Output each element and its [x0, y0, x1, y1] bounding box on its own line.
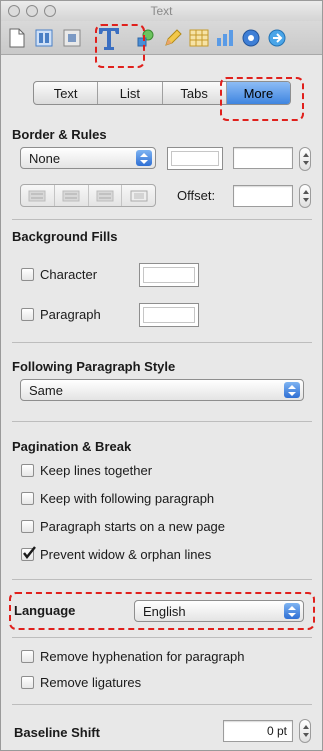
window-title: Text: [150, 4, 173, 18]
widow-orphan-label: Prevent widow & orphan lines: [40, 547, 212, 562]
checkmark-icon: [23, 546, 36, 559]
baseline-shift-stepper[interactable]: [299, 719, 311, 743]
remove-ligatures-checkbox[interactable]: [21, 676, 34, 689]
remove-hyphenation-label: Remove hyphenation for paragraph: [40, 649, 245, 664]
divider: [12, 704, 312, 705]
tab-list[interactable]: List: [97, 82, 161, 104]
title-bar: Text: [1, 1, 322, 21]
divider: [12, 637, 312, 638]
keep-lines-label: Keep lines together: [40, 463, 153, 478]
remove-ligatures-label: Remove ligatures: [40, 675, 142, 690]
character-fill-checkbox[interactable]: [21, 268, 34, 281]
tab-tabs[interactable]: Tabs: [161, 82, 226, 104]
new-page-checkbox[interactable]: [21, 520, 34, 533]
following-style-popup[interactable]: Same: [20, 379, 304, 401]
border-style-popup[interactable]: None: [20, 147, 156, 169]
following-style-title: Following Paragraph Style: [12, 359, 176, 374]
layout-icon[interactable]: [32, 26, 56, 50]
divider: [12, 342, 312, 343]
divider: [12, 219, 312, 220]
table-icon[interactable]: [187, 26, 211, 50]
character-fill-row: Character: [21, 267, 97, 282]
pagination-option: Keep lines together: [21, 463, 152, 478]
inspector-toolbar: [1, 21, 322, 55]
divider: [12, 579, 312, 580]
paragraph-fill-label: Paragraph: [40, 307, 101, 322]
character-fill-label: Character: [40, 267, 98, 282]
keep-with-next-checkbox[interactable]: [21, 492, 34, 505]
divider: [12, 421, 312, 422]
offset-field[interactable]: [233, 185, 293, 207]
following-style-value: Same: [29, 382, 63, 398]
border-color-swatch[interactable]: [167, 147, 223, 170]
document-icon[interactable]: [5, 26, 29, 50]
rule-position-buttons: [20, 184, 156, 207]
hyphenation-option: Remove hyphenation for paragraph: [21, 649, 245, 664]
rule-box-button[interactable]: [121, 185, 155, 206]
wrap-icon[interactable]: [60, 26, 84, 50]
pencil-icon[interactable]: [161, 26, 185, 50]
new-page-label: Paragraph starts on a new page: [40, 519, 226, 534]
text-tool-highlight: [95, 24, 145, 68]
paragraph-fill-swatch[interactable]: [139, 303, 199, 327]
character-fill-swatch[interactable]: [139, 263, 199, 287]
tab-text[interactable]: Text: [34, 82, 97, 104]
rule-bottom-button[interactable]: [87, 185, 122, 206]
border-style-value: None: [29, 150, 61, 166]
hyphenation-option: Remove ligatures: [21, 675, 141, 690]
text-inspector-panel: Text Text List Tabs More Border & Rules …: [0, 0, 323, 751]
offset-label: Offset:: [177, 188, 216, 203]
chart-icon[interactable]: [213, 26, 237, 50]
remove-hyphenation-checkbox[interactable]: [21, 650, 34, 663]
background-fills-title: Background Fills: [12, 229, 118, 244]
border-width-field[interactable]: [233, 147, 293, 169]
pagination-title: Pagination & Break: [12, 439, 132, 454]
paragraph-fill-row: Paragraph: [21, 307, 101, 322]
border-rules-title: Border & Rules: [12, 127, 107, 142]
paragraph-fill-checkbox[interactable]: [21, 308, 34, 321]
keep-with-next-label: Keep with following paragraph: [40, 491, 215, 506]
widow-orphan-checkbox[interactable]: [21, 546, 36, 561]
link-icon[interactable]: [265, 26, 289, 50]
baseline-shift-field[interactable]: 0 pt: [223, 720, 293, 742]
border-width-stepper[interactable]: [299, 147, 311, 171]
pagination-option: Paragraph starts on a new page: [21, 519, 225, 534]
pagination-option: Keep with following paragraph: [21, 491, 214, 506]
popup-arrows-icon: [284, 382, 300, 398]
baseline-shift-label: Baseline Shift: [14, 725, 100, 740]
metrics-icon[interactable]: [239, 26, 263, 50]
more-tab-highlight: [220, 77, 304, 121]
rule-top-button[interactable]: [21, 185, 54, 206]
language-highlight: [9, 592, 315, 630]
popup-arrows-icon: [136, 150, 152, 166]
keep-lines-checkbox[interactable]: [21, 464, 34, 477]
pagination-option: Prevent widow & orphan lines: [21, 546, 212, 562]
rule-middle-button[interactable]: [53, 185, 88, 206]
offset-stepper[interactable]: [299, 184, 311, 208]
